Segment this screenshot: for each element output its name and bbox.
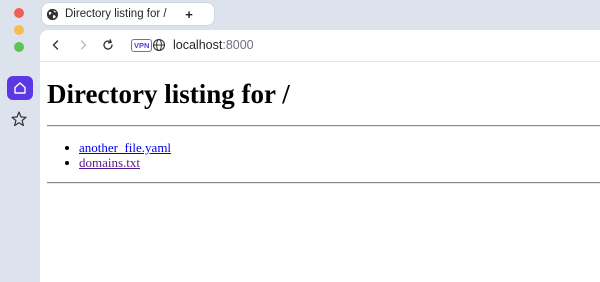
page-content: Directory listing for / another_file.yam… [40,62,600,282]
arrow-right-icon[interactable] [76,38,90,52]
home-icon [14,82,26,94]
minimize-window-button[interactable] [14,25,24,35]
globe-icon[interactable] [152,38,166,52]
browser-toolbar: VPN localhost:8000 [40,30,600,62]
globe-icon [46,8,59,20]
new-tab-button[interactable]: + [181,6,197,22]
close-window-button[interactable] [14,8,24,18]
divider [47,125,600,127]
vpn-badge[interactable]: VPN [131,39,153,52]
maximize-window-button[interactable] [14,42,24,52]
reload-icon[interactable] [101,38,115,52]
tab-bar: Directory listing for / + [40,0,600,30]
tab-title: Directory listing for / [65,8,167,20]
arrow-left-icon[interactable] [49,38,63,52]
list-item: domains.txt [62,155,171,170]
sidebar-home-button[interactable] [7,76,33,100]
page-title: Directory listing for / [47,79,290,109]
file-link[interactable]: domains.txt [79,155,140,170]
list-item: another_file.yaml [62,140,171,155]
file-link[interactable]: another_file.yaml [79,140,171,155]
sidebar [0,0,40,282]
star-icon[interactable] [10,110,28,128]
plus-icon: + [185,6,193,22]
file-list: another_file.yaml domains.txt [62,140,171,170]
url-port: :8000 [222,38,254,52]
address-bar[interactable]: localhost:8000 [173,37,254,53]
url-host: localhost [173,38,223,52]
divider [47,182,600,184]
